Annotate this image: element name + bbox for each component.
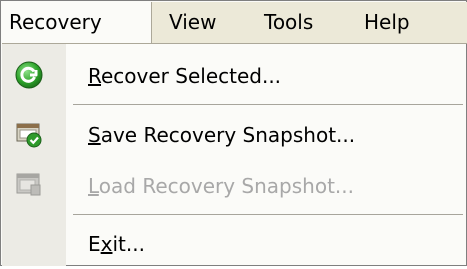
menu-view-label: View	[169, 10, 217, 34]
save-snapshot-icon	[15, 121, 43, 149]
menu-view[interactable]: View	[169, 2, 216, 43]
menu-item-recover-selected[interactable]: Recover Selected...	[1, 51, 467, 101]
menu-window: Recovery View Tools Help Recover Selecte…	[0, 0, 467, 266]
exit-label: Exit...	[88, 232, 145, 256]
menu-item-save-recovery-snapshot[interactable]: Save Recovery Snapshot...	[1, 110, 467, 160]
menu-tools-label: Tools	[264, 10, 314, 34]
menu-recovery-label: Recovery	[9, 10, 102, 34]
save-recovery-snapshot-label: Save Recovery Snapshot...	[88, 123, 356, 147]
load-recovery-snapshot-label: Load Recovery Snapshot...	[88, 174, 355, 198]
menu-tools[interactable]: Tools	[264, 2, 313, 43]
menu-bar: Recovery View Tools Help	[2, 2, 467, 44]
menu-separator	[73, 214, 463, 215]
menu-separator	[73, 104, 463, 105]
menu-recovery[interactable]: Recovery	[2, 2, 152, 44]
load-snapshot-icon	[15, 171, 43, 199]
menu-help-label: Help	[364, 10, 410, 34]
recover-selected-label: Recover Selected...	[88, 64, 282, 88]
menubar-divider	[2, 43, 467, 44]
green-recover-icon	[15, 61, 43, 89]
menu-item-load-recovery-snapshot[interactable]: Load Recovery Snapshot...	[1, 161, 467, 211]
menu-item-exit[interactable]: Exit...	[1, 219, 467, 269]
menu-help[interactable]: Help	[364, 2, 410, 43]
